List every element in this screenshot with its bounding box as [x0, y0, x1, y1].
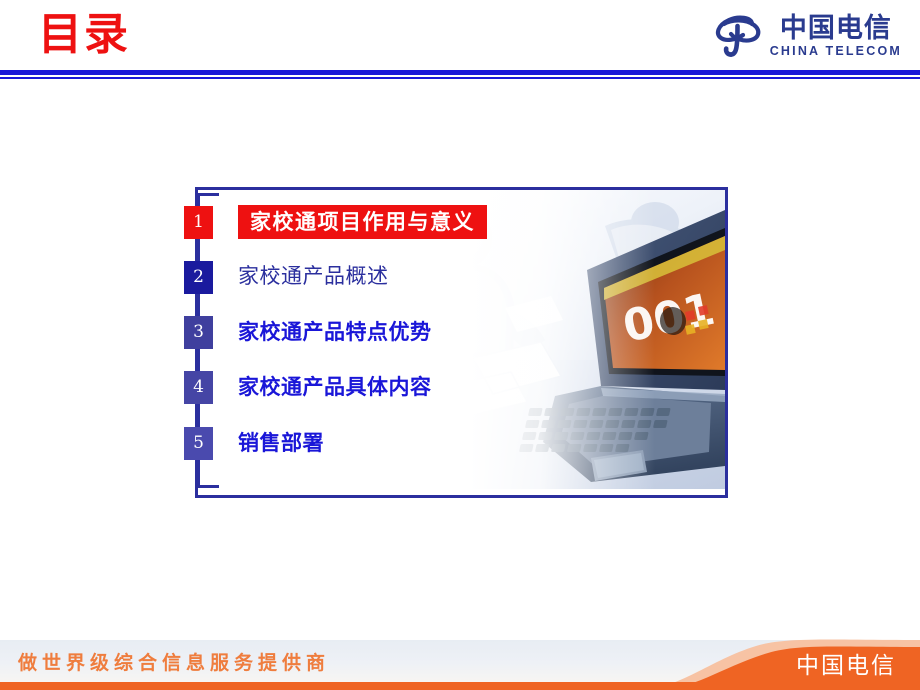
- toc-number-1: 1: [184, 205, 213, 239]
- logo-text: 中国电信 CHINA TELECOM: [770, 15, 902, 58]
- china-telecom-swirl-icon: [715, 15, 761, 57]
- china-telecom-logo: 中国电信 CHINA TELECOM: [712, 8, 902, 64]
- toc-item-4[interactable]: 4 家校通产品具体内容: [180, 367, 725, 407]
- header-rule-thin: [0, 77, 920, 79]
- toc-item-1[interactable]: 1 家校通项目作用与意义: [180, 202, 725, 242]
- toc-number-5: 5: [184, 426, 213, 460]
- toc-item-5[interactable]: 5 销售部署: [180, 423, 725, 463]
- toc-spine-top-hook: [197, 193, 219, 196]
- toc-label-3[interactable]: 家校通产品特点优势: [238, 320, 432, 343]
- slide-footer: 做世界级综合信息服务提供商 中国电信: [0, 632, 920, 690]
- toc-number-3: 3: [184, 315, 213, 349]
- page-title: 目录: [38, 9, 130, 60]
- toc-item-2[interactable]: 2 家校通产品概述: [180, 257, 725, 297]
- header-rule-thick: [0, 70, 920, 75]
- toc-label-5[interactable]: 销售部署: [238, 431, 324, 454]
- toc-label-2[interactable]: 家校通产品概述: [238, 265, 389, 288]
- footer-underline: [0, 682, 920, 690]
- footer-slogan: 做世界级综合信息服务提供商: [18, 652, 331, 674]
- toc-label-1[interactable]: 家校通项目作用与意义: [238, 204, 487, 240]
- logo-chinese-name: 中国电信: [779, 12, 892, 44]
- toc-number-2: 2: [184, 260, 213, 294]
- toc-spine-bottom-hook: [197, 485, 219, 488]
- footer-brand: 中国电信: [796, 653, 896, 679]
- toc-label-4[interactable]: 家校通产品具体内容: [238, 375, 432, 398]
- slide-header: 目录 中国电信 CHINA TELECOM: [0, 0, 920, 72]
- logo-english-name: CHINA TELECOM: [769, 43, 902, 58]
- toc-item-3[interactable]: 3 家校通产品特点优势: [180, 312, 725, 352]
- table-of-contents: 1 家校通项目作用与意义 2 家校通产品概述 3 家校通产品特点优势 4 家校通…: [180, 187, 725, 497]
- toc-number-4: 4: [184, 370, 213, 404]
